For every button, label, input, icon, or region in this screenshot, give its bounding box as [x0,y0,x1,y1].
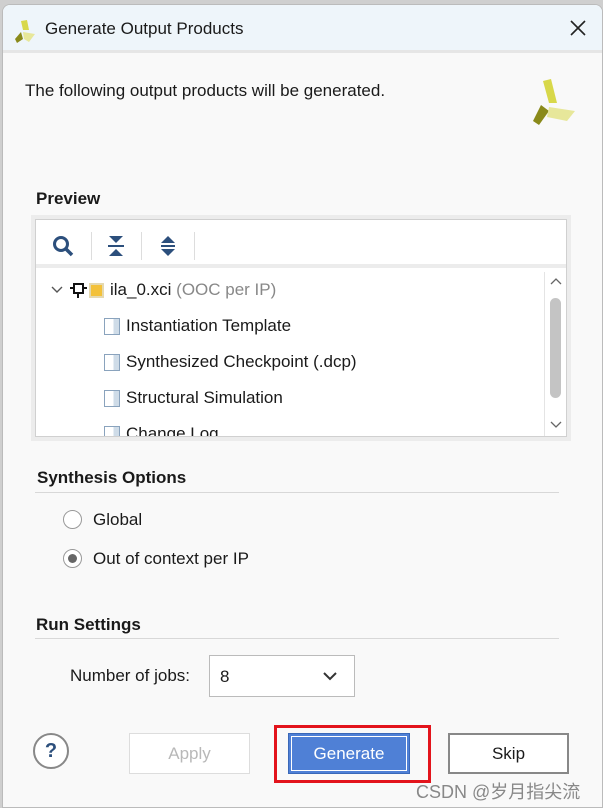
scroll-down-icon[interactable] [550,420,562,430]
intro-text: The following output products will be ge… [25,81,386,100]
title-bar: Generate Output Products [3,5,602,53]
tree-item[interactable]: Synthesized Checkpoint (.dcp) [104,344,357,380]
vivado-logo-icon [533,79,575,125]
radio-global[interactable] [63,510,82,529]
tree-item[interactable]: Structural Simulation [104,380,283,416]
jobs-label: Number of jobs: [70,666,190,685]
radio-ooc[interactable] [63,549,82,568]
synthesis-header: Synthesis Options [37,468,187,487]
radio-global-label[interactable]: Global [93,510,142,530]
item-label: Change Log [126,424,219,436]
dialog: Generate Output Products The following o… [2,4,603,808]
run-settings-header: Run Settings [36,615,141,634]
preview-toolbar [36,220,566,268]
tree-item[interactable]: Instantiation Template [104,308,291,344]
tree-item[interactable]: Change Log [104,416,219,436]
preview-panel: ila_0.xci (OOC per IP) Instantiation Tem… [31,215,571,441]
generate-button[interactable]: Generate [288,733,410,774]
preview-tree: ila_0.xci (OOC per IP) Instantiation Tem… [36,272,546,436]
root-note: (OOC per IP) [176,280,277,299]
search-icon[interactable] [52,235,74,257]
preview-header: Preview [36,189,101,208]
jobs-dropdown[interactable]: 8 [209,655,355,697]
item-label: Synthesized Checkpoint (.dcp) [126,352,357,371]
skip-button[interactable]: Skip [448,733,569,774]
chevron-down-icon[interactable] [322,670,338,682]
collapse-all-icon[interactable] [106,234,126,258]
item-label: Instantiation Template [126,316,292,335]
expand-all-icon[interactable] [158,234,178,258]
chevron-down-icon[interactable] [50,283,64,297]
file-icon [104,317,120,335]
root-name: ila_0.xci [110,280,172,299]
scroll-up-icon[interactable] [550,276,562,286]
window-title: Generate Output Products [45,19,244,38]
ip-status-icon [89,282,104,298]
jobs-value: 8 [220,667,230,686]
scrollbar[interactable] [544,272,566,436]
help-button[interactable]: ? [33,733,69,769]
file-icon [104,389,120,407]
radio-ooc-label[interactable]: Out of context per IP [93,549,249,569]
tree-root[interactable]: ila_0.xci (OOC per IP) [50,272,276,308]
close-icon[interactable] [569,19,587,37]
ip-core-icon [70,283,87,298]
vivado-logo-icon [15,20,35,43]
file-icon [104,353,120,371]
file-icon [104,425,120,436]
apply-button[interactable]: Apply [129,733,250,774]
watermark: CSDN @岁月指尖流 [416,782,581,802]
scrollbar-thumb[interactable] [550,298,561,398]
item-label: Structural Simulation [126,388,283,407]
